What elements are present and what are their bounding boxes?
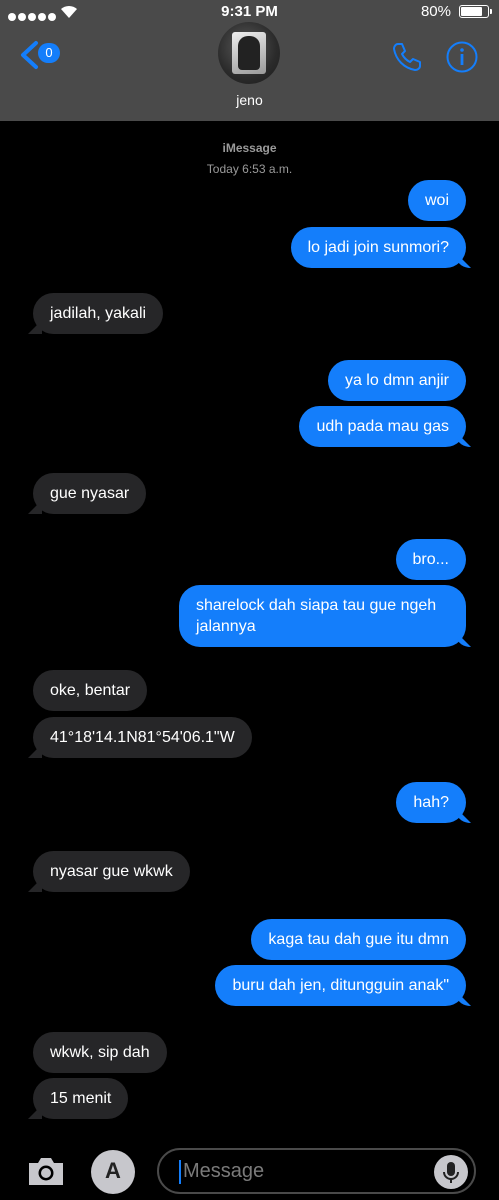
message-bubble-sent[interactable]: udh pada mau gas: [299, 406, 466, 447]
composer-bar: A Message: [0, 1138, 499, 1200]
message-bubble-sent[interactable]: bro...: [395, 539, 466, 580]
conversation-header: 9:31 PM 80% 0 jeno: [0, 0, 499, 121]
info-icon[interactable]: [445, 40, 479, 74]
contact-name[interactable]: jeno: [0, 92, 499, 108]
phone-call-icon[interactable]: [390, 40, 424, 74]
service-label: iMessage: [222, 141, 277, 155]
message-bubble-sent[interactable]: lo jadi join sunmori?: [290, 227, 466, 268]
message-bubble-sent[interactable]: woi: [407, 180, 466, 221]
message-bubble-sent[interactable]: sharelock dah siapa tau gue ngeh jalanny…: [179, 585, 466, 647]
thread-timestamp: Today 6:53 a.m.: [206, 162, 293, 176]
message-bubble-received[interactable]: wkwk, sip dah: [33, 1032, 167, 1073]
message-bubble-received[interactable]: 15 menit: [33, 1078, 129, 1119]
message-bubble-received[interactable]: jadilah, yakali: [33, 293, 164, 334]
battery-percentage: 80%: [420, 3, 451, 20]
status-bar: 9:31 PM 80%: [0, 0, 499, 24]
message-bubble-sent[interactable]: hah?: [396, 782, 466, 823]
message-bubble-received[interactable]: oke, bentar: [33, 670, 148, 711]
battery-icon: [459, 5, 492, 18]
message-bubble-received[interactable]: gue nyasar: [33, 473, 147, 514]
message-input[interactable]: Message: [157, 1148, 476, 1194]
unread-badge[interactable]: 0: [38, 43, 60, 63]
app-store-icon[interactable]: A: [91, 1150, 135, 1194]
camera-icon[interactable]: [26, 1154, 66, 1188]
message-bubble-sent[interactable]: buru dah jen, ditungguin anak": [215, 965, 466, 1006]
text-caret: [179, 1160, 181, 1184]
message-bubble-sent[interactable]: kaga tau dah gue itu dmn: [251, 919, 466, 960]
contact-avatar[interactable]: [218, 22, 280, 84]
message-input-placeholder: Message: [183, 1160, 265, 1182]
message-bubble-sent[interactable]: ya lo dmn anjir: [327, 360, 466, 401]
message-bubble-received[interactable]: 41°18'14.1N81°54'06.1"W: [33, 717, 252, 758]
microphone-icon[interactable]: [434, 1155, 468, 1189]
back-chevron-icon[interactable]: [18, 40, 40, 70]
message-bubble-received[interactable]: nyasar gue wkwk: [33, 851, 190, 892]
